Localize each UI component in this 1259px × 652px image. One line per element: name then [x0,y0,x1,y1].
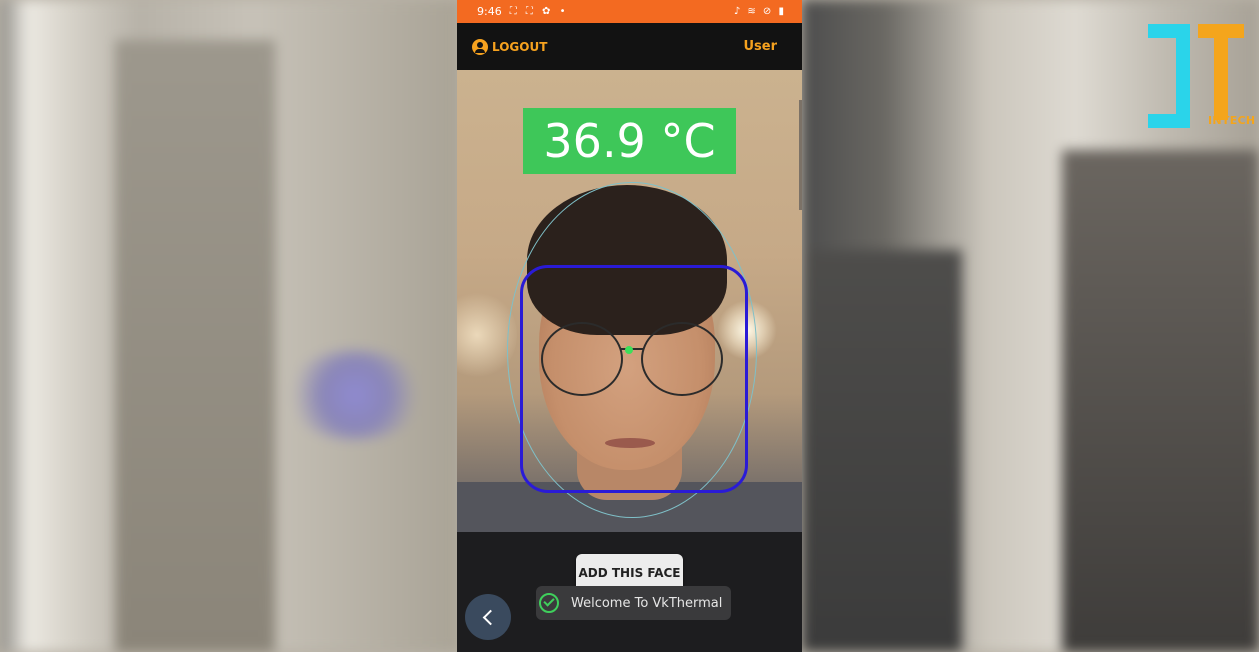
status-time: 9:46 [477,5,502,18]
app-bar: LOGOUT User [457,23,802,70]
back-button[interactable] [465,594,511,640]
background-wall-shade [1062,150,1259,652]
notification-icons: ⛶ ⛶ ✿ • [509,6,569,17]
phone-screen: 9:46 ⛶ ⛶ ✿ • ♪ ≋ ⊘ ▮ LOGOUT User 36.9 °C… [457,0,802,652]
background-shadow [802,250,962,652]
bottom-panel: ADD THIS FACE Welcome To VkThermal [457,532,802,652]
camera-preview: 36.9 °C [457,70,802,532]
welcome-toast: Welcome To VkThermal [536,586,731,620]
temperature-badge: 36.9 °C [523,108,736,174]
status-bar: 9:46 ⛶ ⛶ ✿ • ♪ ≋ ⊘ ▮ [457,0,802,23]
account-circle-icon [472,38,488,55]
background-left [0,0,460,652]
logout-label: LOGOUT [492,39,548,54]
toast-message: Welcome To VkThermal [571,595,723,611]
face-detection-box [520,265,748,493]
system-status-icons: ♪ ≋ ⊘ ▮ [733,6,786,17]
face-center-dot [625,346,633,354]
background-blur-object [285,350,425,440]
logout-button[interactable]: LOGOUT [472,38,548,55]
user-label: User [743,39,777,54]
background-door [115,40,275,652]
logo-text: INTECH [1208,114,1256,127]
scroll-indicator [799,100,802,210]
chevron-left-icon [482,609,498,625]
check-circle-icon [539,593,559,613]
